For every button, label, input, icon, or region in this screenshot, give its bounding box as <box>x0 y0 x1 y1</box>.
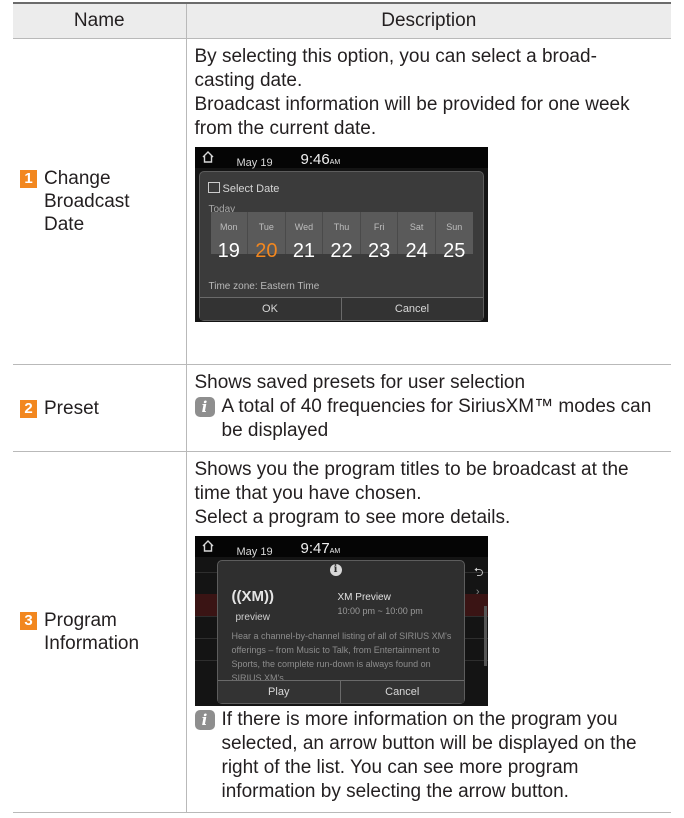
status-bar: May 19 9:47AM <box>194 536 488 558</box>
row-description-cell: Shows you the program titles to be broad… <box>185 451 671 813</box>
description-line: Broadcast information will be provided f… <box>194 94 630 115</box>
description-line: time that you have chosen. <box>194 483 422 504</box>
program-description: Hear a channel-by-channel listing of all… <box>231 631 452 683</box>
item-number-badge: 1 <box>20 170 37 188</box>
row-name: Program Information <box>44 610 140 654</box>
status-time-suffix: AM <box>329 548 341 555</box>
description-line: from the current date. <box>194 118 377 139</box>
description-line: casting date. <box>194 70 303 91</box>
row-name-cell: 3 Program Information <box>13 451 187 813</box>
row-name: Preset <box>44 397 99 419</box>
day-number: 19 <box>217 240 240 262</box>
header-description: Description <box>185 2 671 39</box>
table-row: 2 Preset Shows saved presets for user se… <box>13 364 671 452</box>
table-header-row: Name Description <box>13 2 671 39</box>
xm-logo-sub: preview <box>235 612 270 623</box>
status-bar: May 19 9:46AM <box>194 147 488 169</box>
dialog-buttons: OK Cancel <box>199 297 483 320</box>
xm-preview-logo: ((XM)) preview <box>232 585 274 630</box>
day-number: 20 <box>255 240 278 262</box>
day-name: Sat <box>409 222 424 232</box>
day-name: Mon <box>220 222 238 232</box>
header-name: Name <box>13 2 187 39</box>
day-number: 25 <box>443 240 466 262</box>
note-text: A total of 40 frequencies for SiriusXM™ … <box>221 396 652 441</box>
info-table: Name Description 1 Change Broadcast Date… <box>13 2 671 813</box>
program-info-screenshot: May 19 9:47AM ⮌ › i ((XM)) preview XM Pre… <box>194 536 488 706</box>
day-number: 22 <box>330 240 353 262</box>
description-line: Shows you the program titles to be broad… <box>194 459 629 480</box>
info-icon: i <box>194 710 215 730</box>
description-line: By selecting this option, you can select… <box>194 46 597 67</box>
day-option[interactable]: Fri 23 <box>361 212 399 262</box>
day-name: Tue <box>258 222 274 232</box>
table-row: 3 Program Information Shows you the prog… <box>13 451 671 813</box>
timezone-label: Time zone: Eastern Time <box>208 281 320 292</box>
day-number: 24 <box>405 240 428 262</box>
dialog-title-text: Select Date <box>222 183 280 195</box>
ok-button[interactable]: OK <box>199 298 341 320</box>
select-date-screenshot: May 19 9:46AM Select Date Today Mon 19 Tue… <box>194 147 488 322</box>
home-icon[interactable] <box>201 539 215 553</box>
program-info-dialog: i ((XM)) preview XM Preview 10:00 pm ~ 10… <box>216 560 465 704</box>
row-description-cell: By selecting this option, you can select… <box>185 38 671 365</box>
home-icon[interactable] <box>201 150 215 164</box>
item-number-badge: 2 <box>20 399 37 418</box>
scrollbar[interactable] <box>483 606 487 666</box>
table-row: 1 Change Broadcast Date By selecting thi… <box>13 38 671 365</box>
row-name-cell: 1 Change Broadcast Date <box>13 38 187 365</box>
row-name-cell: 2 Preset <box>13 364 187 452</box>
note-text: If there is more information on the prog… <box>221 709 637 802</box>
chevron-right-icon[interactable]: › <box>476 580 480 604</box>
status-time-suffix: AM <box>329 159 341 166</box>
day-name: Thu <box>333 222 350 232</box>
day-option[interactable]: Sat 24 <box>398 212 436 262</box>
info-note: i If there is more information on the pr… <box>194 708 666 804</box>
info-note: i A total of 40 frequencies for SiriusXM… <box>194 395 666 443</box>
cancel-button[interactable]: Cancel <box>340 681 464 703</box>
description-line: Shows saved presets for user selection <box>194 372 526 393</box>
calendar-icon <box>207 182 220 193</box>
day-option[interactable]: Tue 20 <box>248 212 286 262</box>
play-button[interactable]: Play <box>217 681 340 703</box>
select-date-dialog: Select Date Today Mon 19 Tue 20 Wed 21 Thu 22 Fr… <box>198 171 484 321</box>
description-line: Select a program to see more details. <box>194 507 511 528</box>
day-picker: Mon 19 Tue 20 Wed 21 Thu 22 Fri 23 Sat 24 Sun 25 <box>210 212 473 262</box>
status-time-value: 9:46 <box>300 151 330 168</box>
day-name: Wed <box>294 222 314 232</box>
info-icon: i <box>194 397 215 417</box>
day-name: Fri <box>373 222 385 232</box>
day-number: 21 <box>292 240 316 262</box>
status-time-value: 9:47 <box>300 540 330 557</box>
cancel-button[interactable]: Cancel <box>340 298 483 320</box>
row-description-cell: Shows saved presets for user selection i… <box>185 364 671 452</box>
day-option[interactable]: Wed 21 <box>286 212 324 262</box>
day-option[interactable]: Mon 19 <box>211 212 249 262</box>
day-option[interactable]: Sun 25 <box>436 212 473 262</box>
day-name: Sun <box>446 222 463 232</box>
row-name: Change Broadcast Date <box>44 168 130 235</box>
program-time: 10:00 pm ~ 10:00 pm <box>337 606 423 616</box>
xm-logo-text: ((XM)) <box>231 588 274 605</box>
day-option[interactable]: Thu 22 <box>323 212 361 262</box>
day-number: 23 <box>367 240 391 262</box>
dialog-buttons: Play Cancel <box>217 680 464 703</box>
info-icon: i <box>329 564 342 576</box>
item-number-badge: 3 <box>20 612 37 630</box>
